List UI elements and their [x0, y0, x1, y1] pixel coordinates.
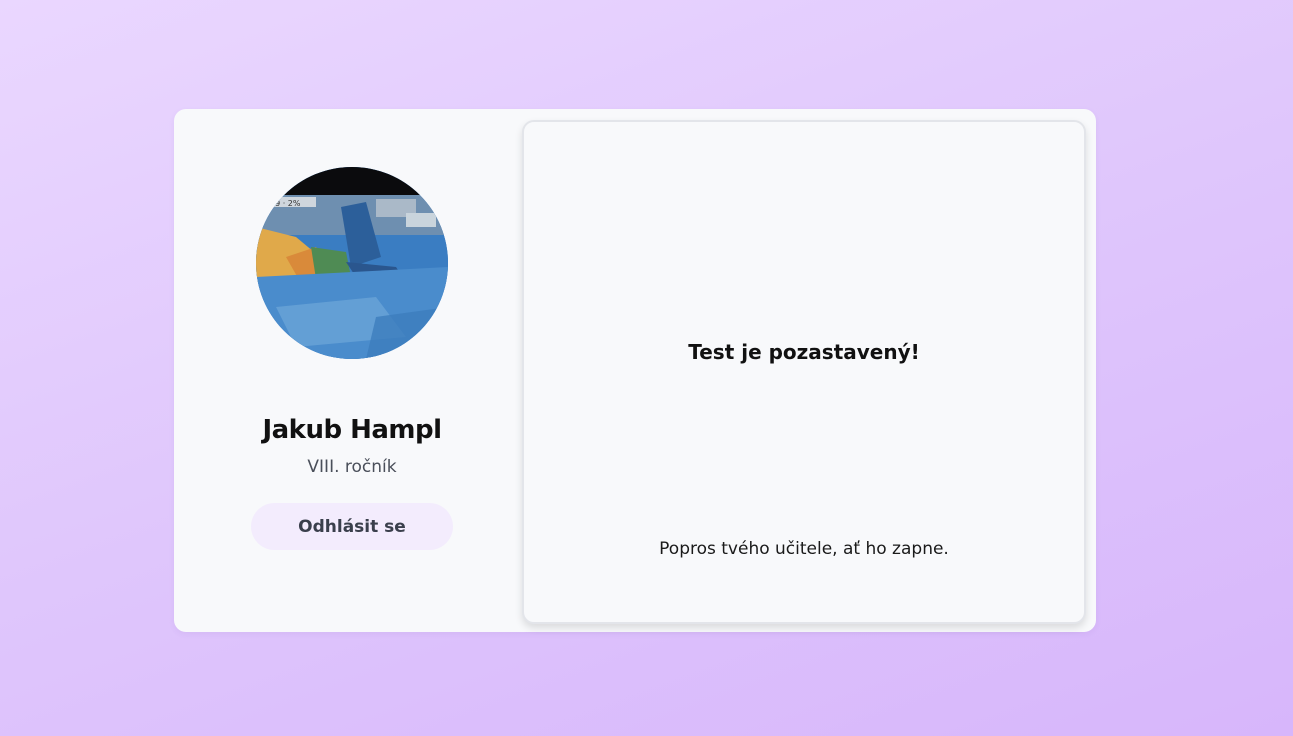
avatar-overlay-text: 49 · 2%	[270, 199, 301, 208]
profile-section: 49 · 2% Jakub Hampl VIII. ročník Odhlási…	[174, 109, 522, 632]
user-name: Jakub Hampl	[262, 415, 442, 445]
test-status-panel: Test je pozastavený! Popros tvého učitel…	[522, 120, 1086, 624]
logout-button[interactable]: Odhlásit se	[251, 503, 453, 550]
panel-message: Popros tvého učitele, ať ho zapne.	[659, 539, 949, 559]
panel-title: Test je pozastavený!	[688, 340, 920, 364]
avatar: 49 · 2%	[256, 167, 448, 359]
main-card: 49 · 2% Jakub Hampl VIII. ročník Odhlási…	[174, 109, 1096, 632]
user-grade: VIII. ročník	[307, 457, 397, 477]
avatar-image: 49 · 2%	[256, 167, 448, 359]
